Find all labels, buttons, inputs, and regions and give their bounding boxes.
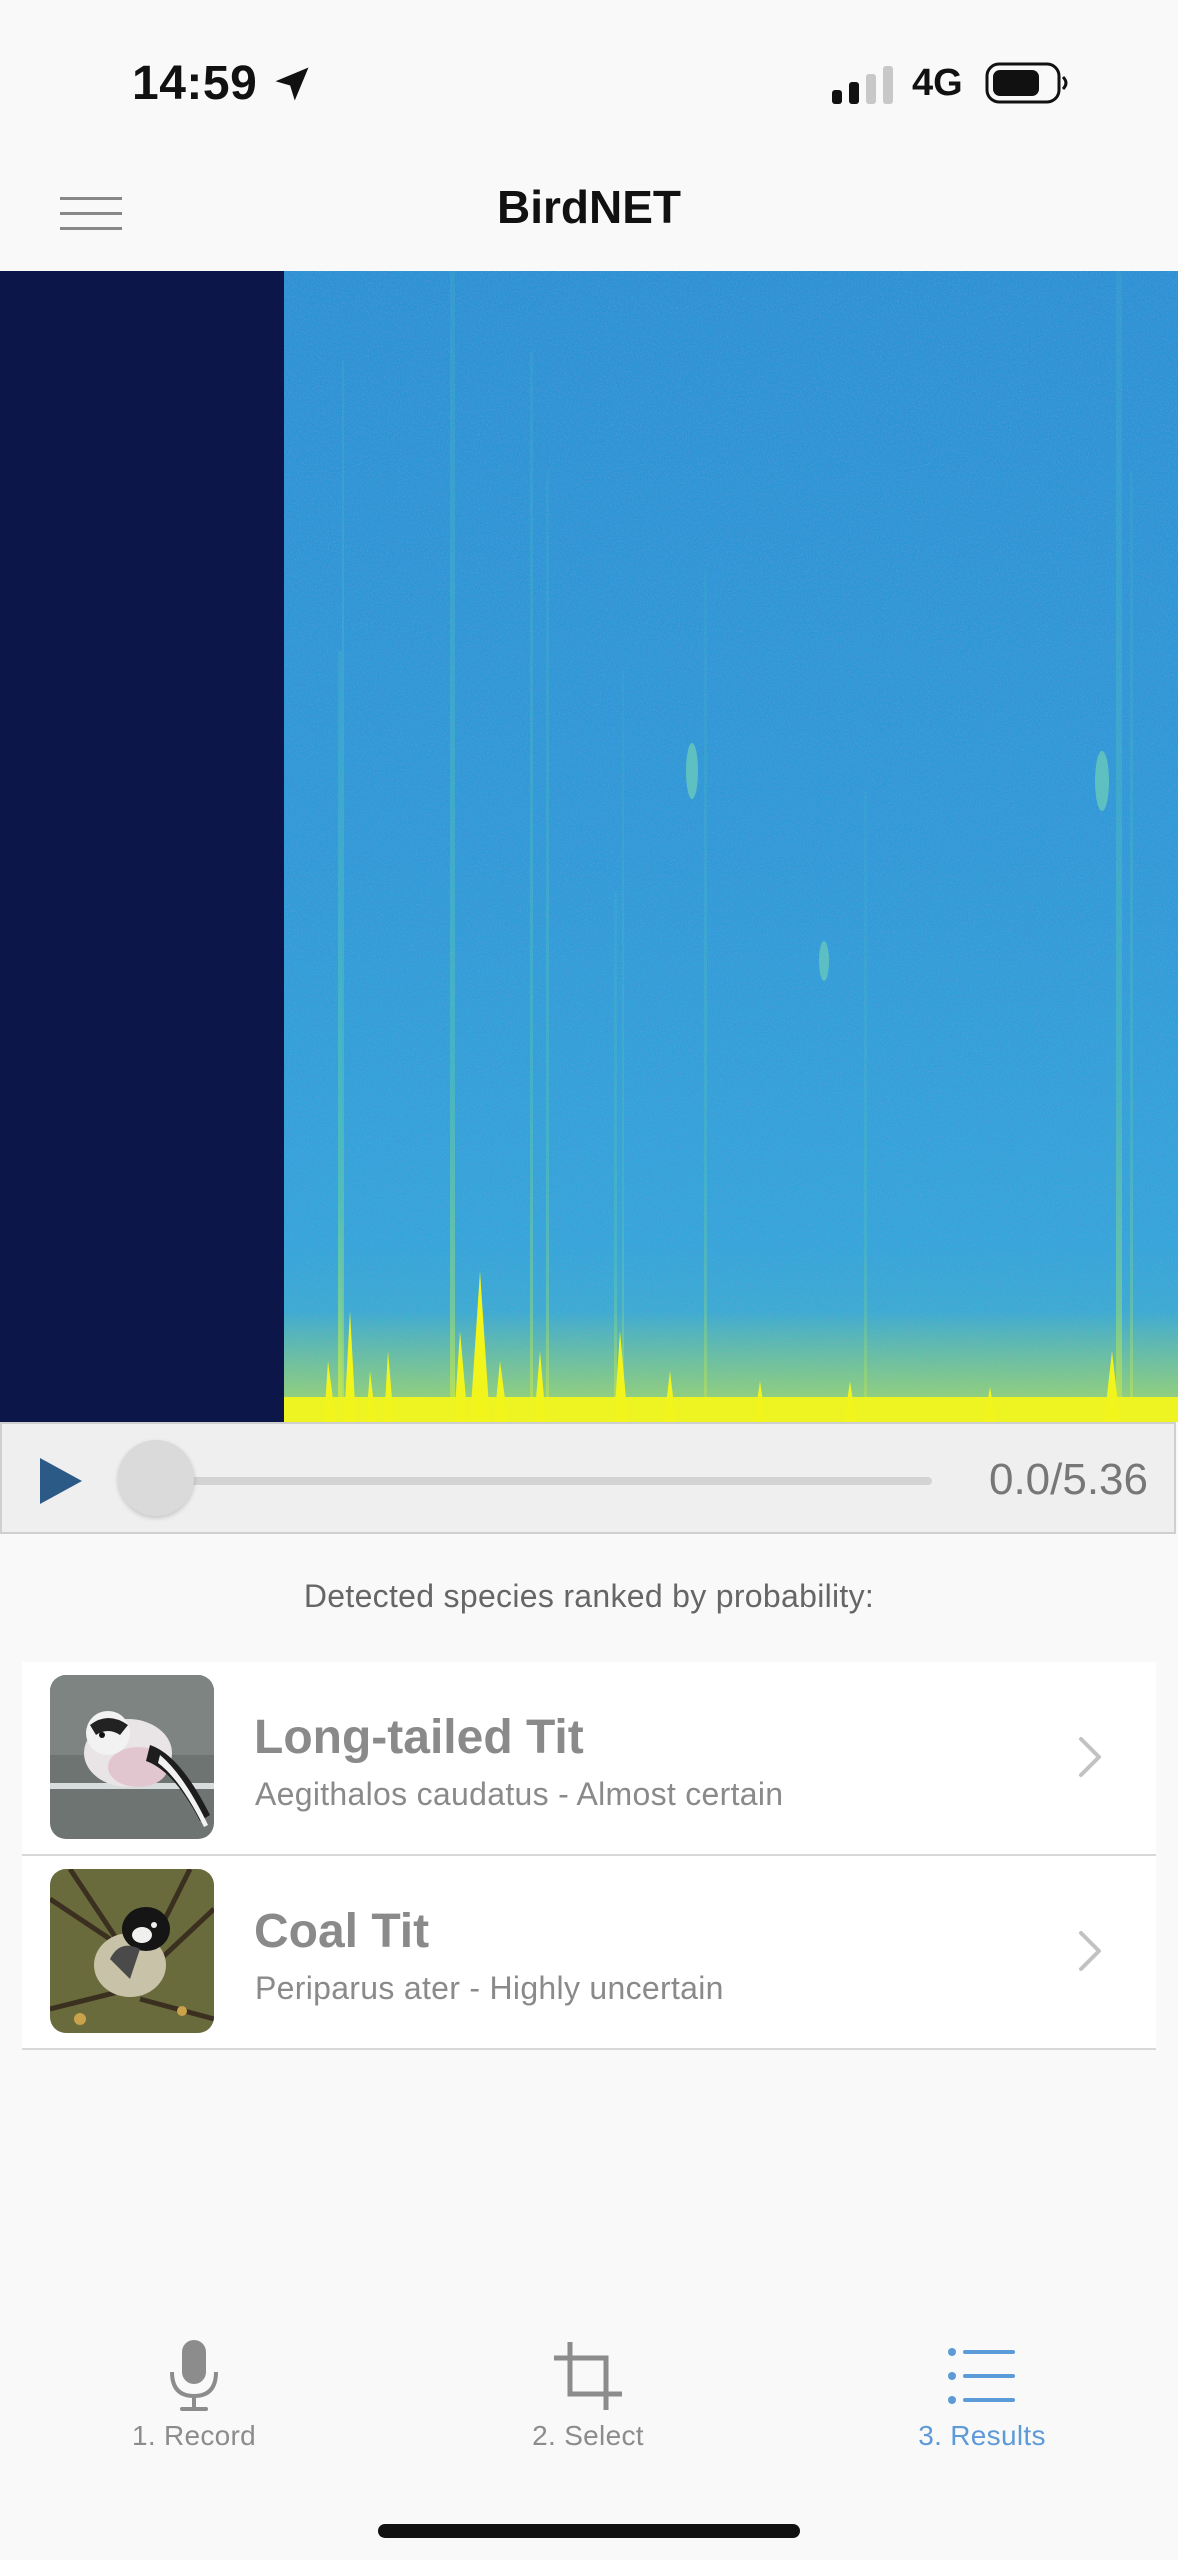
spectrogram-image xyxy=(284,271,1178,1422)
coal-tit-photo xyxy=(50,1869,214,2033)
crop-icon xyxy=(554,2342,622,2410)
seek-bar-track[interactable] xyxy=(150,1477,932,1485)
spectrogram xyxy=(0,271,1178,1422)
species-result-row[interactable]: Long-tailed Tit Aegithalos caudatus - Al… xyxy=(22,1662,1156,1856)
results-heading: Detected species ranked by probability: xyxy=(303,1578,875,1614)
seek-bar-thumb[interactable] xyxy=(118,1440,194,1516)
cellular-signal-icon xyxy=(832,66,893,104)
tab-record-label: 1. Record xyxy=(131,2420,257,2451)
species-common-name: Long-tailed Tit xyxy=(254,1711,584,1764)
status-time: 14:59 xyxy=(132,57,258,110)
playback-time: 0.0/5.36 xyxy=(988,1455,1148,1504)
tab-select[interactable]: 2. Select xyxy=(478,2340,698,2470)
network-type: 4G xyxy=(912,62,963,104)
page-title: BirdNET xyxy=(497,181,681,233)
tab-select-label: 2. Select xyxy=(532,2420,644,2451)
species-scientific-name: Periparus ater - Highly uncertain xyxy=(255,1970,724,2006)
species-result-row[interactable]: Coal Tit Periparus ater - Highly uncerta… xyxy=(22,1856,1156,2050)
list-icon xyxy=(948,2348,1015,2404)
play-button[interactable] xyxy=(38,1456,84,1506)
tab-results[interactable]: 3. Results xyxy=(872,2340,1092,2470)
species-result-list: Long-tailed Tit Aegithalos caudatus - Al… xyxy=(22,1662,1156,2050)
location-arrow-icon xyxy=(275,67,309,101)
home-indicator xyxy=(378,2524,800,2538)
species-scientific-name: Aegithalos caudatus - Almost certain xyxy=(255,1776,784,1812)
spectrogram-empty-region xyxy=(0,271,284,1422)
chevron-right-icon xyxy=(1079,1931,1101,1971)
battery-icon xyxy=(985,62,1068,104)
long-tailed-tit-photo xyxy=(50,1675,214,1839)
tab-results-label: 3. Results xyxy=(918,2420,1046,2451)
species-common-name: Coal Tit xyxy=(254,1905,430,1958)
chevron-right-icon xyxy=(1079,1737,1101,1777)
microphone-icon xyxy=(170,2340,218,2411)
tab-record[interactable]: 1. Record xyxy=(84,2340,304,2470)
